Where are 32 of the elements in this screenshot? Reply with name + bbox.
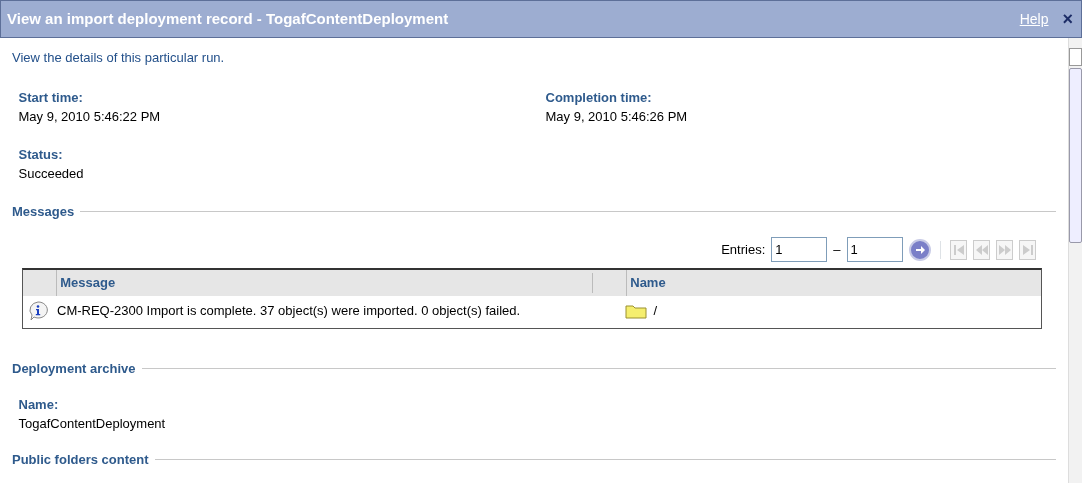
field-label: Completion time:: [545, 88, 653, 107]
column-header: Name: [630, 275, 666, 291]
range-separator: –: [833, 240, 841, 259]
scroll-up-button[interactable]: [1069, 48, 1082, 66]
section-heading: Messages: [12, 202, 75, 221]
next-page-icon: [997, 242, 1012, 257]
window-title: View an import deployment record - TogafContentDeployment: [7, 8, 450, 29]
section-heading: Deployment archive: [12, 360, 136, 378]
scrollbar-thumb[interactable]: [1069, 68, 1082, 243]
field-value: TogafContentDeployment: [18, 415, 167, 433]
section-heading: Public folders content: [12, 450, 149, 469]
close-button[interactable]: ×: [1062, 10, 1073, 28]
arrow-icon: [913, 243, 926, 256]
folder-icon: [625, 303, 647, 319]
first-page-icon: [951, 242, 966, 257]
entries-label: Entries:: [721, 240, 766, 259]
entries-from-field[interactable]: 1: [771, 237, 828, 262]
field-label: Status:: [18, 145, 64, 164]
message-text: CM-REQ-2300 Import is complete. 37 object(s) were imported. 0 object(s) failed.: [57, 303, 522, 319]
last-page-icon: [1020, 242, 1035, 257]
info-icon: [27, 300, 49, 322]
column-header: Message: [60, 275, 116, 291]
item-name: /: [653, 302, 658, 321]
field-label: Start time:: [18, 88, 84, 107]
intro-text: View the details of this particular run.: [12, 49, 226, 67]
entries-to-field[interactable]: 1: [846, 237, 903, 262]
previous-page-icon: [974, 242, 989, 257]
field-value: Succeeded: [18, 165, 85, 183]
field-value: May 9, 2010 5:46:22 PM: [18, 108, 162, 126]
field-label: Name:: [18, 395, 60, 414]
field-value: May 9, 2010 5:46:26 PM: [545, 108, 689, 126]
go-button[interactable]: [908, 238, 931, 261]
